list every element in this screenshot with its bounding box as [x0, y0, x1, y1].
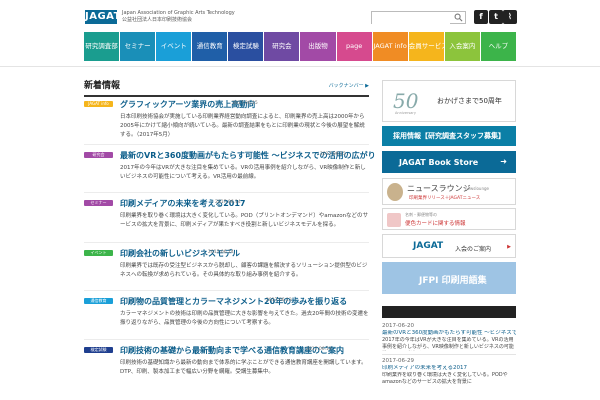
category-badge[interactable]: 研究会	[84, 152, 113, 158]
jagat-logo[interactable]: JAGAT	[85, 10, 120, 24]
join-title: 入会のご案内	[455, 246, 492, 253]
article-excerpt: カラーマネジメントの技術は印刷の品質管理に大きな影響を与えてきた。過去20年間の…	[120, 311, 369, 326]
category-badge[interactable]: JAGAT info	[84, 101, 113, 107]
news-lounge-en: newslounge	[465, 186, 489, 191]
main-nav: 研究調査部 セミナー イベント 通信教育 検定試験 研究会 出版物 page JAGAT inf…	[84, 32, 516, 61]
article-divider	[84, 144, 369, 145]
nav-item[interactable]: 研究調査部	[84, 32, 121, 61]
nav-item[interactable]: 検定試験	[228, 32, 265, 61]
join-banner[interactable]: JAGAT 入会のご案内 ▶	[382, 234, 516, 258]
color-card-title: 便色カードに関する情報	[405, 221, 466, 227]
side-news-excerpt: 2017年の今年はVRが大きな注目を集めている。VRの活用事例を紹介しながら、V…	[382, 337, 514, 350]
side-news-item: 2017-06-20最新のVRと360度動画がもたらす可能性 〜ビジネスでの活用…	[382, 322, 516, 355]
org-name-ja: 公益社団法人日本印刷技術協会	[122, 17, 193, 23]
site-header: JAGAT Japan Association of Graphic Arts …	[0, 0, 600, 31]
article-title-link[interactable]: 印刷物の品質管理とカラーマネジメント20年の歩みを振り返る	[120, 296, 347, 307]
article-date: 2017.06.12	[306, 347, 332, 352]
chevron-right-icon: ▶	[507, 244, 511, 250]
page-title: 新着情報	[84, 81, 121, 91]
jfpi-glossary-banner[interactable]: JFPI 印刷用語集	[382, 262, 516, 294]
news-lounge-banner[interactable]: ニュースラウンジ newslounge 印刷業界リリース＋JAGATニュース	[382, 178, 516, 205]
article-divider	[84, 290, 369, 291]
category-badge[interactable]: 検定試験	[84, 347, 113, 353]
nav-item[interactable]: 入会案内	[444, 32, 481, 61]
join-logo: JAGAT	[413, 241, 444, 251]
color-card-small: 名刺・郵便物等の	[405, 212, 437, 217]
side-news-header	[382, 306, 516, 318]
search-box	[371, 11, 466, 31]
side-news-title-link[interactable]: 印刷メディアの未来を考える2017	[382, 365, 516, 372]
recruit-banner[interactable]: 採用情報【研究調査スタッフ募集】	[382, 126, 516, 146]
anniversary-text: おかげさまで50周年	[437, 97, 502, 105]
anniversary-sub: Anniversary	[395, 111, 416, 115]
side-news-date: 2017-06-20	[382, 323, 414, 329]
book-store-banner[interactable]: JAGAT Book Store ➜	[382, 151, 516, 173]
nav-item[interactable]: JAGAT info	[372, 32, 409, 61]
category-badge[interactable]: 通信教育	[84, 298, 113, 304]
nav-item[interactable]: イベント	[156, 32, 193, 61]
article-date: 2017.06.14	[215, 200, 241, 205]
nav-item[interactable]: page	[336, 32, 373, 61]
twitter-icon[interactable]: t	[489, 10, 503, 24]
article-date: 2017.06.13	[266, 298, 292, 303]
title-divider	[84, 95, 369, 97]
organization-name: Japan Association of Graphic Arts Techno…	[122, 10, 235, 24]
side-news-item: 2017-06-29 印刷メディアの未来を考える2017 印刷業界を取り巻く環境は大…	[382, 357, 516, 386]
search-icon[interactable]	[454, 13, 463, 22]
org-name-en: Japan Association of Graphic Arts Techno…	[122, 10, 235, 16]
back-number-link[interactable]: バックナンバー ▶	[329, 82, 369, 89]
nav-item[interactable]: 会員サービス	[408, 32, 445, 61]
article-excerpt: 印刷業界では既存の受注型ビジネスから脱却し、顧客の課題を解決するソリューション提…	[120, 263, 368, 278]
news-lounge-title: ニュースラウンジ	[407, 184, 471, 193]
main-content: 新着情報 バックナンバー ▶	[84, 80, 369, 97]
search-input[interactable]	[372, 20, 450, 31]
rss-icon[interactable]: ⌇	[503, 10, 517, 24]
arrow-right-icon: ➜	[500, 157, 507, 166]
jfpi-title: JFPI 印刷用語集	[419, 276, 487, 286]
side-news-date: 2017-06-29	[382, 358, 414, 364]
article-divider	[84, 339, 369, 340]
anniversary-number: 50	[393, 89, 419, 113]
article-excerpt: 印刷技術の基礎知識から最新の動向まで体系的に学ぶことができる通信教育講座を開講し…	[120, 360, 367, 375]
nav-item[interactable]: 研究会	[264, 32, 301, 61]
article-excerpt: 印刷業界を取り巻く環境は大きく変化している。POD（プリントオンデマンド）やam…	[120, 213, 369, 228]
nav-item[interactable]: ヘルプ	[480, 32, 516, 61]
category-badge[interactable]: セミナー	[84, 200, 113, 206]
article-date: 2017.06.14	[208, 250, 234, 255]
card-image	[387, 213, 401, 227]
news-lounge-sub: 印刷業界リリース＋JAGATニュース	[409, 196, 481, 201]
category-badge[interactable]: イベント	[84, 250, 113, 256]
color-card-banner[interactable]: 名刺・郵便物等の 便色カードに関する情報	[382, 208, 516, 230]
side-news-excerpt: 印刷業界を取り巻く環境は大きく変化している。PODやamazonなどのサービスの…	[382, 372, 508, 385]
article-excerpt: 2017年の今年はVRが大きな注目を集めている。VRの活用事例を紹介しながら、V…	[120, 165, 366, 180]
nav-item[interactable]: セミナー	[120, 32, 157, 61]
facebook-icon[interactable]: f	[474, 10, 488, 24]
side-news-divider	[382, 354, 516, 355]
avatar	[387, 183, 403, 201]
article-excerpt: 日本印刷技術協会が実施している印刷業界経営動向調査によると、印刷業界の売上高は2…	[120, 114, 365, 138]
article-divider	[84, 242, 369, 243]
header-divider	[0, 66, 600, 67]
article-divider	[84, 192, 369, 193]
book-store-title: JAGAT Book Store	[399, 158, 479, 167]
side-news-title-link[interactable]: 最新のVRと360度動画がもたらす可能性 〜ビジネスでの活用の広がり	[382, 330, 516, 337]
article-date: 2017.06.15	[320, 152, 346, 157]
anniversary-banner[interactable]: 50 Anniversary おかげさまで50周年	[382, 80, 516, 122]
nav-item[interactable]: 通信教育	[192, 32, 229, 61]
article-date: 2017.06.15	[232, 101, 258, 106]
nav-item[interactable]: 出版物	[300, 32, 337, 61]
